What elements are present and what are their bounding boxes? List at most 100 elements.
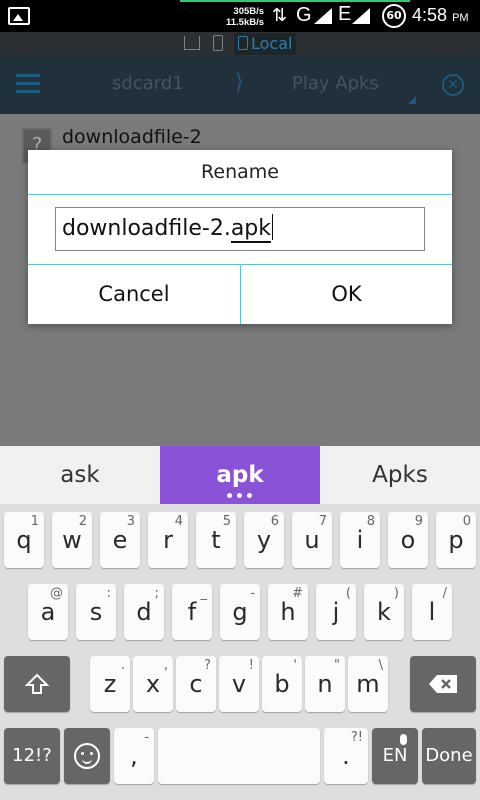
- key-label: b: [274, 670, 290, 698]
- key-label: h: [280, 598, 296, 626]
- key-b[interactable]: ' b: [262, 656, 302, 712]
- key-o[interactable]: 9o: [388, 512, 428, 568]
- network-type-2: E: [338, 3, 352, 25]
- text-cursor: [272, 214, 274, 240]
- key-label: r: [163, 526, 173, 554]
- network-speed: 305B/s 11.5kB/s: [226, 6, 264, 28]
- key-m[interactable]: \ m: [348, 656, 388, 712]
- signal-icon-2: [352, 8, 370, 24]
- key-label: g: [232, 598, 248, 626]
- key-z[interactable]: .z: [90, 656, 130, 712]
- key-y[interactable]: 6y: [244, 512, 284, 568]
- breadcrumb-sdcard[interactable]: sdcard1: [112, 73, 184, 94]
- key-label: v: [231, 670, 247, 698]
- key-g[interactable]: -g: [220, 584, 260, 640]
- key-u[interactable]: 7u: [292, 512, 332, 568]
- backspace-key[interactable]: [410, 656, 476, 712]
- key-label: w: [62, 526, 82, 554]
- rename-input[interactable]: downloadfile-2.apk: [55, 207, 425, 251]
- key-x[interactable]: ,x: [133, 656, 173, 712]
- shift-icon: [25, 673, 49, 694]
- backspace-icon: [429, 675, 457, 693]
- key-q[interactable]: 1q: [4, 512, 44, 568]
- key-label: s: [89, 598, 103, 626]
- key-label: e: [112, 526, 128, 554]
- key-j[interactable]: (j: [316, 584, 356, 640]
- key-label: x: [145, 670, 161, 698]
- input-text-prefix: downloadfile-2.: [62, 216, 231, 241]
- suggestion-strip: ask apk ••• Apks: [0, 446, 480, 504]
- dialog-divider: [28, 194, 452, 195]
- period-key-label: .: [342, 742, 350, 770]
- key-label: c: [189, 670, 203, 698]
- data-arrows-icon: ⇅: [272, 5, 288, 26]
- clock: 4:58 PM: [412, 5, 469, 26]
- gallery-icon: [8, 7, 30, 25]
- suggestion-center[interactable]: apk •••: [160, 446, 320, 504]
- emoji-icon: [74, 743, 100, 769]
- app-toolbar: sdcard1 ⟩ Play Apks ✕: [0, 56, 480, 114]
- comma-key[interactable]: - ,: [114, 728, 154, 784]
- key-d[interactable]: ; d: [124, 584, 164, 640]
- breadcrumb-current-folder[interactable]: Play Apks: [292, 73, 379, 94]
- key-f[interactable]: _ f: [172, 584, 212, 640]
- key-e[interactable]: 3e: [100, 512, 140, 568]
- shift-key[interactable]: [4, 656, 70, 712]
- battery-indicator: 60: [382, 4, 406, 28]
- space-key[interactable]: [158, 728, 320, 784]
- key-label: p: [448, 526, 464, 554]
- download-progress-line: [180, 0, 410, 2]
- suggestion-left[interactable]: ask: [0, 446, 160, 504]
- key-h[interactable]: # h: [268, 584, 308, 640]
- key-l[interactable]: / l: [412, 584, 452, 640]
- done-key-label: Done: [425, 745, 473, 766]
- key-label: f: [187, 598, 197, 626]
- suggestion-right[interactable]: Apks: [320, 446, 480, 504]
- key-a[interactable]: @ a: [28, 584, 68, 640]
- symbols-key-label: 12!?: [12, 745, 52, 766]
- key-k[interactable]: ) k: [364, 584, 404, 640]
- rename-dialog: Rename downloadfile-2.apk Cancel OK: [28, 150, 452, 324]
- period-key[interactable]: ?! .: [324, 728, 368, 784]
- emoji-key[interactable]: [64, 728, 110, 784]
- key-label: l: [428, 598, 436, 626]
- key-s[interactable]: :s: [76, 584, 116, 640]
- location-bar: Local: [0, 32, 480, 56]
- key-v[interactable]: ! v: [219, 656, 259, 712]
- key-label: j: [332, 598, 340, 626]
- dialog-title: Rename: [201, 161, 279, 183]
- close-circle-icon[interactable]: ✕: [442, 74, 464, 96]
- key-label: u: [304, 526, 320, 554]
- key-label: t: [211, 526, 221, 554]
- key-w[interactable]: 2w: [52, 512, 92, 568]
- location-label: Local: [251, 34, 293, 53]
- language-key[interactable]: EN: [372, 728, 418, 784]
- key-label: n: [317, 670, 333, 698]
- menu-icon[interactable]: [16, 74, 40, 94]
- suggestion-center-label: apk: [216, 462, 264, 488]
- key-label: a: [40, 598, 56, 626]
- phone-icon[interactable]: [213, 35, 223, 51]
- ok-button[interactable]: OK: [240, 265, 452, 324]
- symbols-key[interactable]: 12!?: [4, 728, 60, 784]
- file-name: downloadfile-2: [62, 126, 202, 148]
- done-key[interactable]: Done: [422, 728, 476, 784]
- key-label: d: [136, 598, 152, 626]
- comma-key-label: ,: [130, 742, 138, 770]
- key-label: o: [400, 526, 416, 554]
- mic-icon: [400, 734, 407, 745]
- key-r[interactable]: 4r: [148, 512, 188, 568]
- signal-icon: [314, 8, 332, 24]
- location-local-tab[interactable]: Local: [234, 33, 297, 55]
- key-p[interactable]: 0p: [436, 512, 476, 568]
- key-c[interactable]: ? c: [176, 656, 216, 712]
- status-bar: 305B/s 11.5kB/s ⇅ G E 60 4:58 PM: [0, 0, 480, 32]
- device-icon: [238, 36, 248, 50]
- key-label: z: [103, 670, 117, 698]
- dropdown-corner-icon: [408, 96, 416, 104]
- key-i[interactable]: 8i: [340, 512, 380, 568]
- key-n[interactable]: " n: [305, 656, 345, 712]
- cancel-button[interactable]: Cancel: [28, 265, 240, 324]
- key-t[interactable]: 5t: [196, 512, 236, 568]
- home-icon[interactable]: [184, 36, 200, 50]
